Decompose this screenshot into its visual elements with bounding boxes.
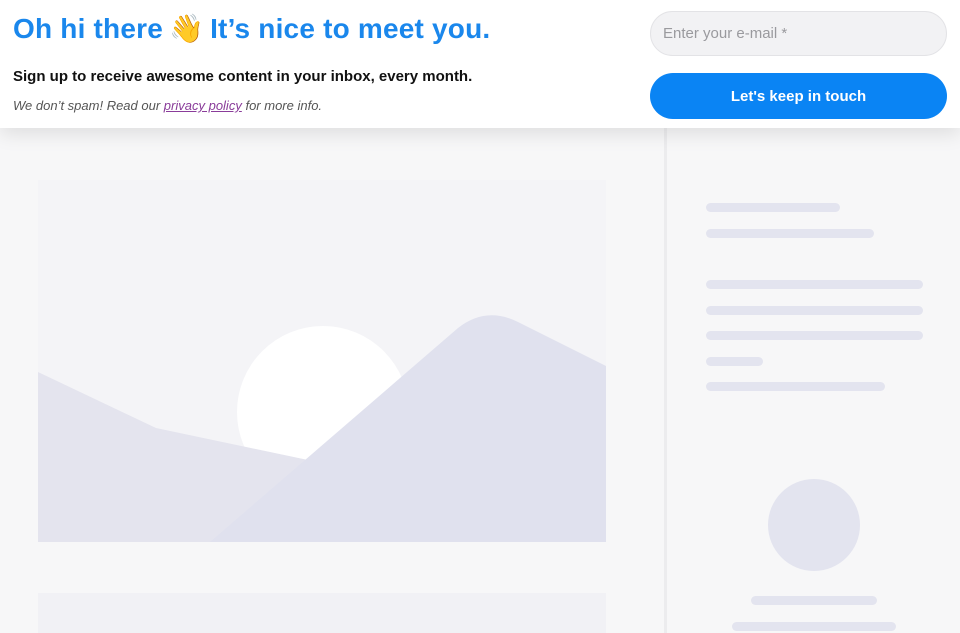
avatar-placeholder: [768, 479, 860, 571]
privacy-note-suffix: for more info.: [245, 98, 323, 113]
skeleton-line: [706, 382, 885, 391]
skeleton-line: [706, 280, 923, 289]
skeleton-line: [706, 203, 840, 212]
headline-greeting: Oh hi there: [13, 13, 163, 44]
hero-image-placeholder: [38, 180, 606, 542]
skeleton-line: [706, 331, 923, 340]
privacy-note-prefix: We don’t spam! Read our: [13, 98, 161, 113]
page: Oh hi there 👋 It’s nice to meet you. Sign …: [0, 0, 960, 633]
skeleton-line: [751, 596, 877, 605]
skeleton-line: [732, 622, 896, 631]
skeleton-line: [706, 357, 763, 366]
skeleton-line: [706, 229, 874, 238]
subscribe-button[interactable]: Let's keep in touch: [650, 73, 947, 119]
banner-headline: Oh hi there 👋 It’s nice to meet you.: [13, 11, 490, 47]
newsletter-banner: Oh hi there 👋 It’s nice to meet you. Sign …: [0, 0, 960, 128]
waving-hand-icon: 👋: [169, 13, 205, 44]
landscape-placeholder-icon: [38, 315, 606, 542]
headline-tagline: It’s nice to meet you.: [210, 13, 491, 44]
content-card-placeholder: [38, 593, 606, 633]
email-input[interactable]: [650, 11, 947, 56]
banner-subline: Sign up to receive awesome content in yo…: [13, 68, 473, 85]
skeleton-line: [706, 306, 923, 315]
privacy-note: We don’t spam! Read our privacy policy f…: [13, 98, 322, 113]
privacy-policy-link[interactable]: privacy policy: [164, 98, 242, 113]
column-divider: [664, 128, 667, 633]
